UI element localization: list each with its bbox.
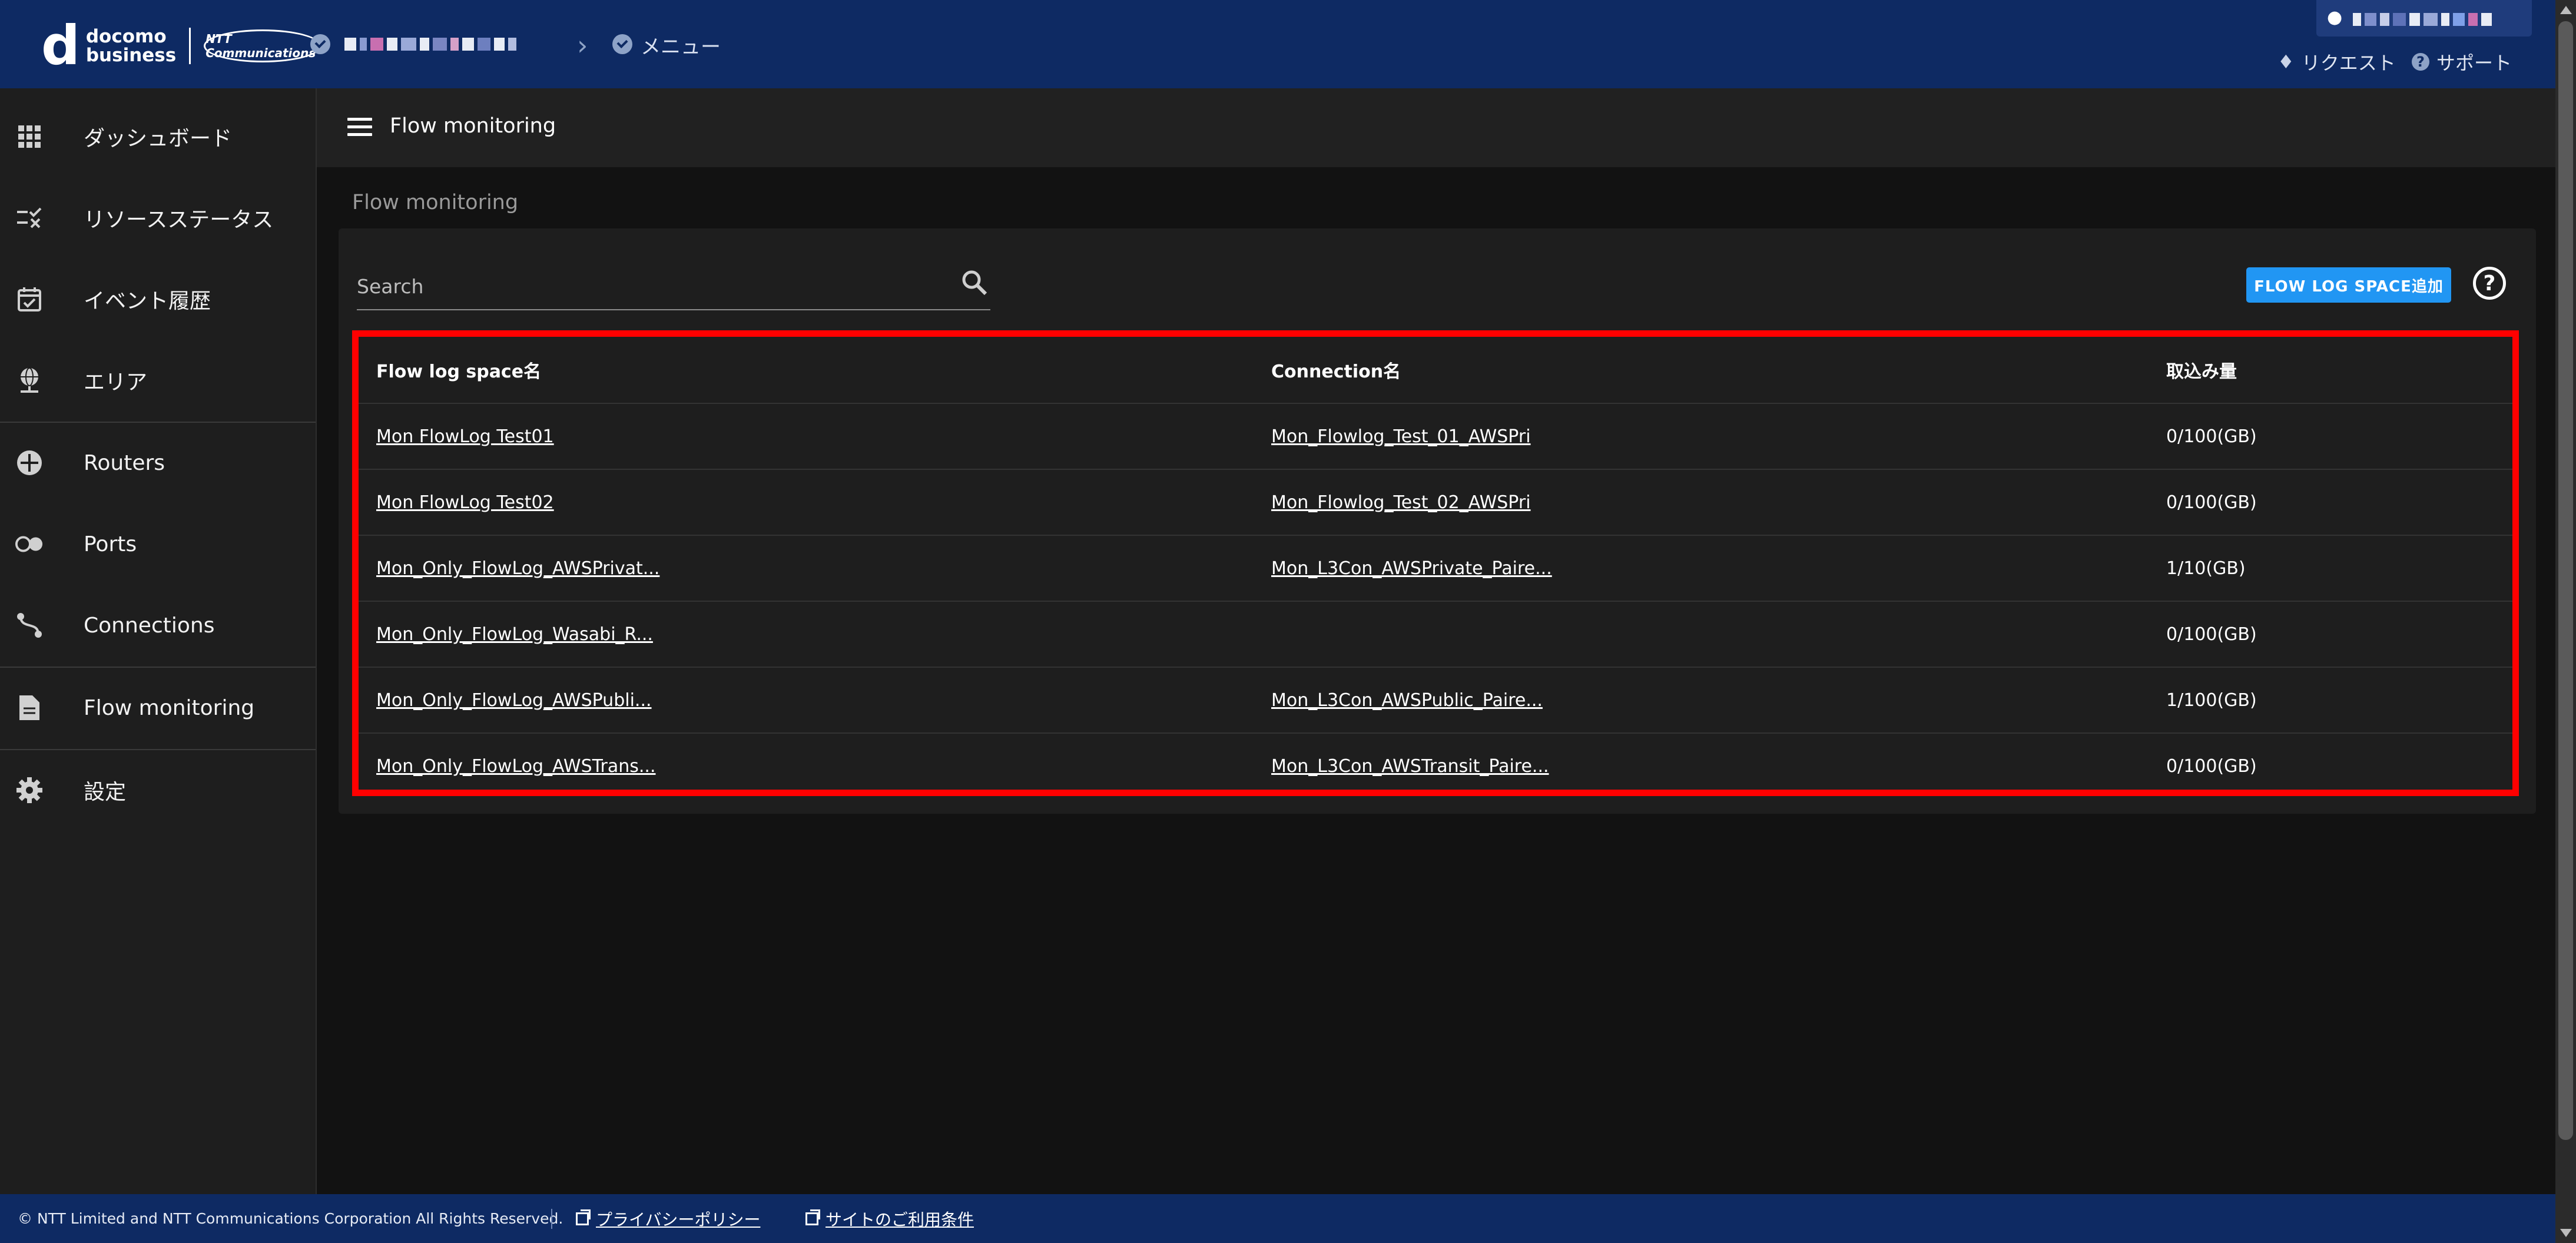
flow-log-space-link[interactable]: Mon FlowLog Test01 [376,426,554,447]
sidebar: ダッシュボード リソースステータス イベント履歴 エリア Routers Por… [0,88,317,1194]
help-circle-icon: ? [2412,53,2429,71]
table-row: Mon_Only_FlowLog_AWSPrivat... Mon_L3Con_… [359,535,2512,602]
dashboard-grid-icon [15,122,44,151]
resource-status-icon [15,204,44,232]
column-header-connection[interactable]: Connection名 [1254,337,2149,404]
sidebar-item-area[interactable]: エリア [0,340,316,421]
terms-of-use-label: サイトのご利用条件 [825,1209,974,1229]
support-label: サポート [2436,52,2512,74]
table-row: Mon_Only_FlowLog_AWSTrans... Mon_L3Con_A… [359,733,2512,799]
volume-cell: 0/100(GB) [2149,469,2512,536]
table-row: Mon FlowLog Test02 Mon_Flowlog_Test_02_A… [359,469,2512,536]
flow-log-space-link[interactable]: Mon_Only_FlowLog_Wasabi_R... [376,624,653,645]
volume-cell: 1/10(GB) [2149,535,2512,602]
sidebar-item-label: Connections [84,613,215,638]
sidebar-item-routers[interactable]: Routers [0,422,316,503]
breadcrumb-check-icon-2 [612,34,632,54]
gear-icon [15,776,44,804]
document-icon [15,694,44,722]
sidebar-item-settings[interactable]: 設定 [0,750,316,831]
column-header-flow-log-space[interactable]: Flow log space名 [359,337,1254,404]
user-redacted-name [2353,12,2492,27]
search-icon[interactable] [960,268,989,297]
flow-log-space-link[interactable]: Mon_Only_FlowLog_AWSTrans... [376,756,656,777]
flow-log-space-link[interactable]: Mon_Only_FlowLog_AWSPrivat... [376,558,659,579]
connections-icon [15,611,44,639]
sidebar-item-flow-monitoring[interactable]: Flow monitoring [0,667,316,748]
ports-icon [15,530,44,558]
terms-of-use-link[interactable]: サイトのご利用条件 [805,1207,974,1231]
sidebar-item-ports[interactable]: Ports [0,503,316,585]
ntt-communications-logo: NTT Communications [204,29,322,62]
router-icon [15,449,44,477]
page-scrollbar[interactable] [2555,0,2576,1243]
request-link[interactable]: ♦ リクエスト [2277,48,2396,75]
app-header: d docomo business NTT Communications › メ… [0,0,2555,88]
sidebar-item-connections[interactable]: Connections [0,585,316,666]
globe-pin-icon [15,366,44,395]
footer-divider [551,1208,552,1229]
page-topbar: Flow monitoring [317,88,2555,167]
flow-log-space-link[interactable]: Mon FlowLog Test02 [376,492,554,513]
add-flow-log-space-button[interactable]: FLOW LOG SPACE追加 [2246,267,2451,303]
sidebar-item-label: イベント履歴 [84,289,211,313]
flow-log-space-link[interactable]: Mon_Only_FlowLog_AWSPubli... [376,690,652,711]
sidebar-item-label: 設定 [84,780,127,804]
logo-line-2: business [85,45,177,66]
calendar-check-icon [15,285,44,313]
sidebar-item-label: Routers [84,450,165,475]
support-link[interactable]: ? サポート [2412,48,2512,75]
scroll-up-arrow-icon[interactable] [2560,6,2572,14]
chevron-right-icon: › [577,29,588,61]
sidebar-item-label: リソースステータス [84,208,274,232]
external-link-icon [576,1209,591,1225]
search-field[interactable]: Search [357,268,990,310]
request-label: リクエスト [2301,52,2396,74]
sidebar-item-label: ダッシュボード [84,127,233,151]
flow-log-space-table: Flow log space名 Connection名 取込み量 Mon Flo… [352,330,2519,796]
bell-icon: ♦ [2277,51,2295,73]
sidebar-item-label: Ports [84,532,137,556]
sidebar-item-label: Flow monitoring [84,695,255,720]
connection-link[interactable]: Mon_L3Con_AWSPublic_Paire... [1271,690,1543,711]
sidebar-item-resource-status[interactable]: リソースステータス [0,177,316,258]
table-row: Mon_Only_FlowLog_Wasabi_R... 0/100(GB) [359,601,2512,668]
app-footer: © NTT Limited and NTT Communications Cor… [0,1194,2555,1243]
connection-link[interactable]: Mon_Flowlog_Test_01_AWSPri [1271,426,1531,447]
breadcrumb-check-icon [310,34,330,54]
volume-cell: 1/100(GB) [2149,667,2512,734]
logo-divider [189,28,191,64]
sidebar-item-event-history[interactable]: イベント履歴 [0,258,316,340]
connection-link[interactable]: Mon_L3Con_AWSPrivate_Paire... [1271,558,1552,579]
copyright-text: © NTT Limited and NTT Communications Cor… [18,1210,563,1227]
table-row: Mon_Only_FlowLog_AWSPubli... Mon_L3Con_A… [359,667,2512,734]
volume-cell: 0/100(GB) [2166,756,2257,777]
breadcrumb-menu[interactable]: メニュー [641,31,721,59]
privacy-policy-label: プライバシーポリシー [596,1209,761,1229]
logo-line-1: docomo [85,26,167,47]
page-title: Flow monitoring [352,191,519,214]
sidebar-item-dashboard[interactable]: ダッシュボード [0,96,316,177]
column-header-volume[interactable]: 取込み量 [2149,337,2512,404]
table-header-row: Flow log space名 Connection名 取込み量 [359,337,2512,404]
table-row: Mon FlowLog Test01 Mon_Flowlog_Test_01_A… [359,403,2512,470]
volume-cell: 0/100(GB) [2149,403,2512,470]
search-input[interactable]: Search [357,275,423,298]
sidebar-item-label: エリア [84,370,148,395]
docomo-business-logo[interactable]: d docomo business NTT Communications [41,14,322,77]
hamburger-menu-icon[interactable] [347,118,372,137]
external-link-icon [805,1209,820,1225]
topbar-title: Flow monitoring [390,114,556,138]
connection-link[interactable]: Mon_Flowlog_Test_02_AWSPri [1271,492,1531,513]
scrollbar-thumb[interactable] [2558,21,2573,1140]
logo-mark: d [41,14,80,77]
help-icon[interactable]: ? [2473,267,2506,300]
volume-cell: 0/100(GB) [2149,601,2512,668]
user-icon: ● [2327,7,2343,28]
scroll-down-arrow-icon[interactable] [2560,1229,2572,1237]
privacy-policy-link[interactable]: プライバシーポリシー [576,1207,760,1231]
connection-link[interactable]: Mon_L3Con_AWSTransit_Paire... [1271,756,1549,777]
breadcrumb-redacted-text[interactable] [344,37,516,52]
user-account-button[interactable]: ● [2316,0,2532,37]
